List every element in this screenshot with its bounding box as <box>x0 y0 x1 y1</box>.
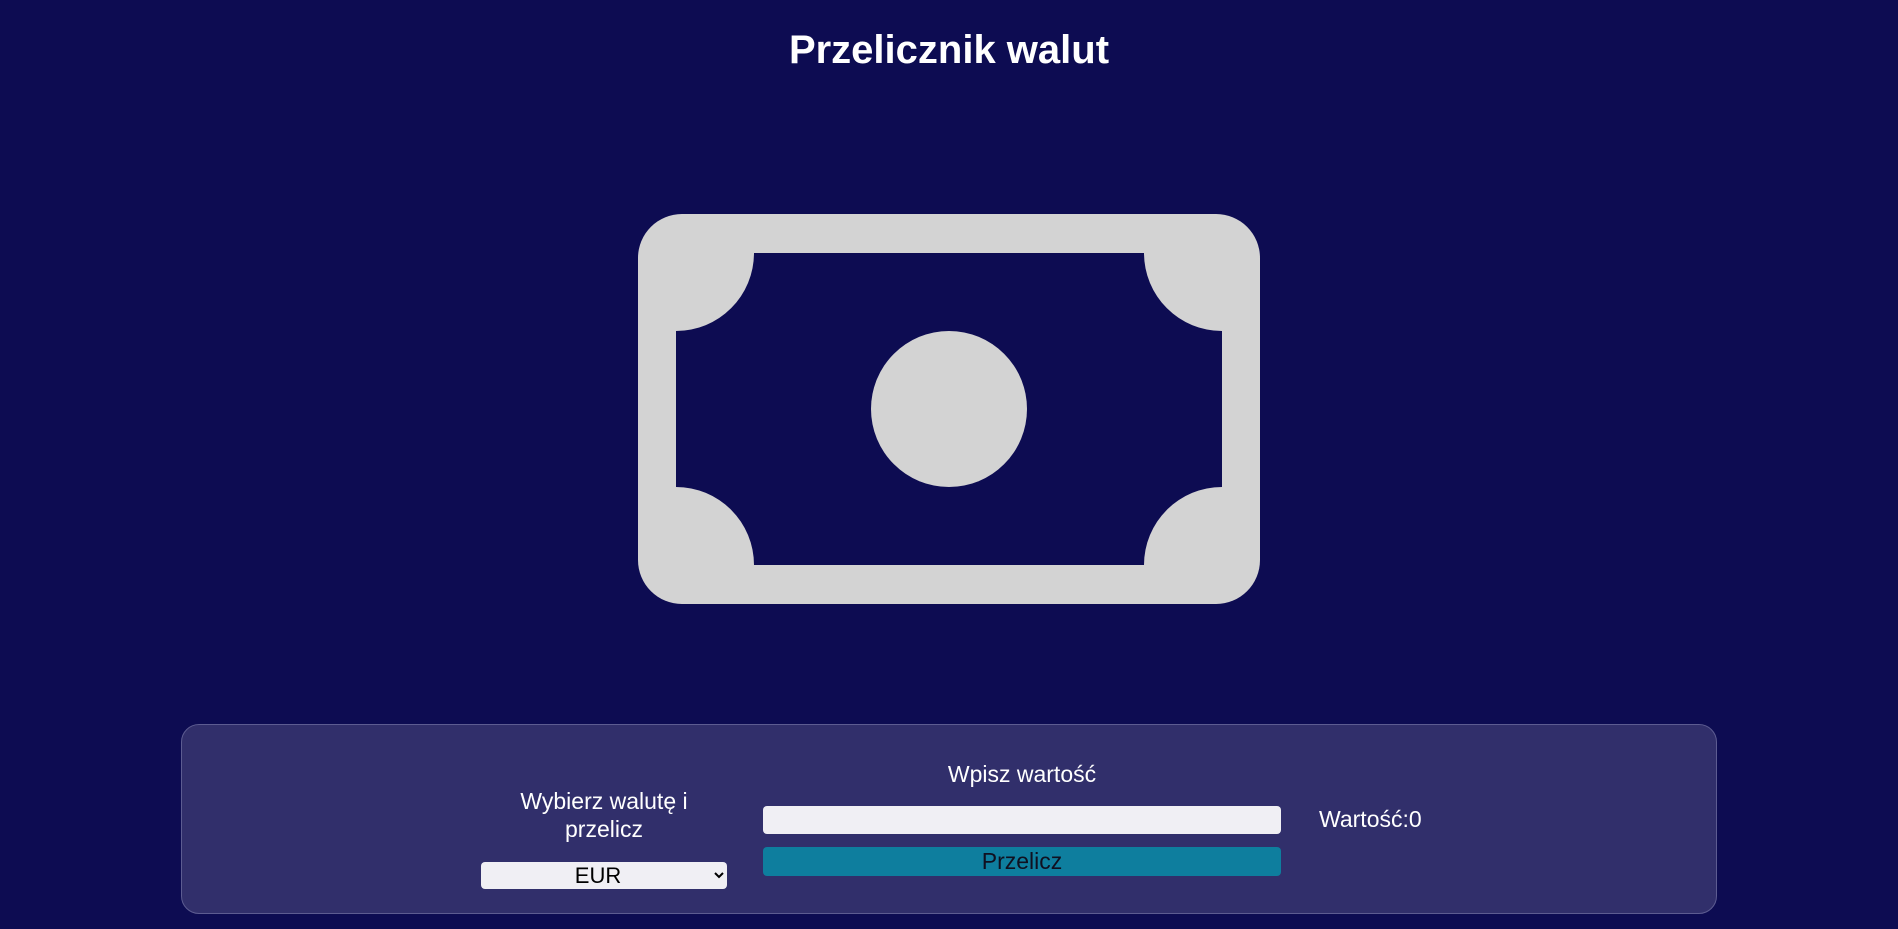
result-display: Wartość:0 <box>1319 805 1422 833</box>
amount-input[interactable] <box>763 806 1281 834</box>
amount-label: Wpisz wartość <box>947 761 1097 787</box>
banknote-icon <box>638 214 1260 604</box>
page-title: Przelicznik walut <box>788 28 1110 72</box>
result-value: 0 <box>1408 806 1422 832</box>
currency-select-label: Wybierz walutę i przelicz <box>520 788 688 842</box>
converter-panel: Wybierz walutę i przelicz EUR Wpisz wart… <box>181 724 1717 914</box>
currency-select[interactable]: EUR <box>481 862 727 889</box>
amount-section: Wpisz wartość Przelicz <box>763 760 1281 876</box>
result-label: Wartość: <box>1319 806 1409 832</box>
currency-section: Wybierz walutę i przelicz EUR <box>480 787 728 889</box>
convert-button[interactable]: Przelicz <box>763 847 1281 876</box>
